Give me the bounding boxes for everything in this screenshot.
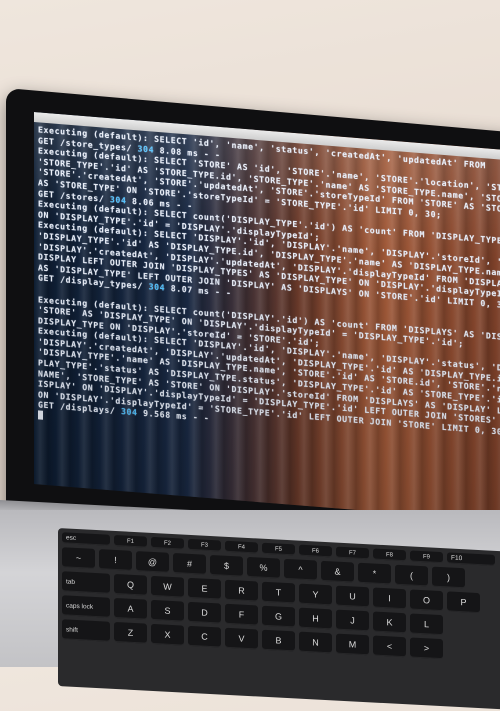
key-@[interactable]: @ (136, 551, 169, 573)
key-n[interactable]: N (299, 631, 332, 654)
key-f8[interactable]: F8 (373, 548, 406, 562)
key-)[interactable]: ) (432, 566, 465, 589)
key-#[interactable]: # (173, 553, 206, 575)
key-u[interactable]: U (336, 585, 369, 608)
key-a[interactable]: A (114, 597, 147, 620)
key-shift[interactable]: shift (62, 619, 110, 642)
key-j[interactable]: J (336, 609, 369, 632)
key-g[interactable]: G (262, 605, 295, 628)
key-z[interactable]: Z (114, 621, 147, 644)
photo-scene: Executing (default): SELECT 'id', 'name'… (0, 0, 500, 711)
key-*[interactable]: * (358, 562, 391, 585)
key-r[interactable]: R (225, 579, 258, 602)
key-i[interactable]: I (373, 587, 406, 610)
status-code: 304 (109, 193, 127, 206)
key-&[interactable]: & (321, 560, 354, 583)
key-h[interactable]: H (299, 607, 332, 630)
key-b[interactable]: B (262, 629, 295, 652)
key-f7[interactable]: F7 (336, 546, 369, 560)
key-p[interactable]: P (447, 591, 480, 614)
terminal-cursor (38, 410, 43, 420)
key-w[interactable]: W (151, 575, 184, 598)
key-f9[interactable]: F9 (410, 550, 443, 564)
key-^[interactable]: ^ (284, 558, 317, 581)
key-%[interactable]: % (247, 556, 280, 579)
key-c[interactable]: C (188, 625, 221, 648)
status-code: 304 (137, 142, 155, 155)
key-m[interactable]: M (336, 633, 369, 656)
laptop-screen: Executing (default): SELECT 'id', 'name'… (34, 112, 500, 523)
key-tab[interactable]: tab (62, 571, 110, 594)
key-f6[interactable]: F6 (299, 544, 332, 558)
key-f5[interactable]: F5 (262, 542, 295, 556)
key-f[interactable]: F (225, 603, 258, 626)
terminal-output: Executing (default): SELECT 'id', 'name'… (38, 124, 500, 522)
key-o[interactable]: O (410, 589, 443, 612)
key-t[interactable]: T (262, 581, 295, 604)
key-s[interactable]: S (151, 599, 184, 622)
status-code: 304 (120, 406, 138, 418)
keyboard: esc F1 F2 F3 F4 F5 F6 F7 F8 F9 F10 ~! @ # $% ^ & *() tab… (58, 528, 500, 711)
key-f1[interactable]: F1 (114, 534, 147, 548)
key-l[interactable]: L (410, 613, 443, 636)
key-f2[interactable]: F2 (151, 536, 184, 550)
key-f4[interactable]: F4 (225, 540, 258, 554)
key->[interactable]: > (410, 637, 443, 660)
key-([interactable]: ( (395, 564, 428, 587)
key-<[interactable]: < (373, 635, 406, 658)
key-$[interactable]: $ (210, 554, 243, 577)
key-f3[interactable]: F3 (188, 538, 221, 552)
key-e[interactable]: E (188, 577, 221, 600)
status-code: 304 (148, 281, 166, 293)
key-f10[interactable]: F10 (447, 552, 495, 566)
key-![interactable]: ! (99, 549, 132, 571)
key-q[interactable]: Q (114, 573, 147, 596)
key-caps-lock[interactable]: caps lock (62, 595, 110, 618)
key-k[interactable]: K (373, 611, 406, 634)
key-x[interactable]: X (151, 623, 184, 646)
key-~[interactable]: ~ (62, 547, 95, 569)
key-esc[interactable]: esc (62, 532, 110, 546)
key-v[interactable]: V (225, 627, 258, 650)
key-y[interactable]: Y (299, 583, 332, 606)
key-d[interactable]: D (188, 601, 221, 624)
